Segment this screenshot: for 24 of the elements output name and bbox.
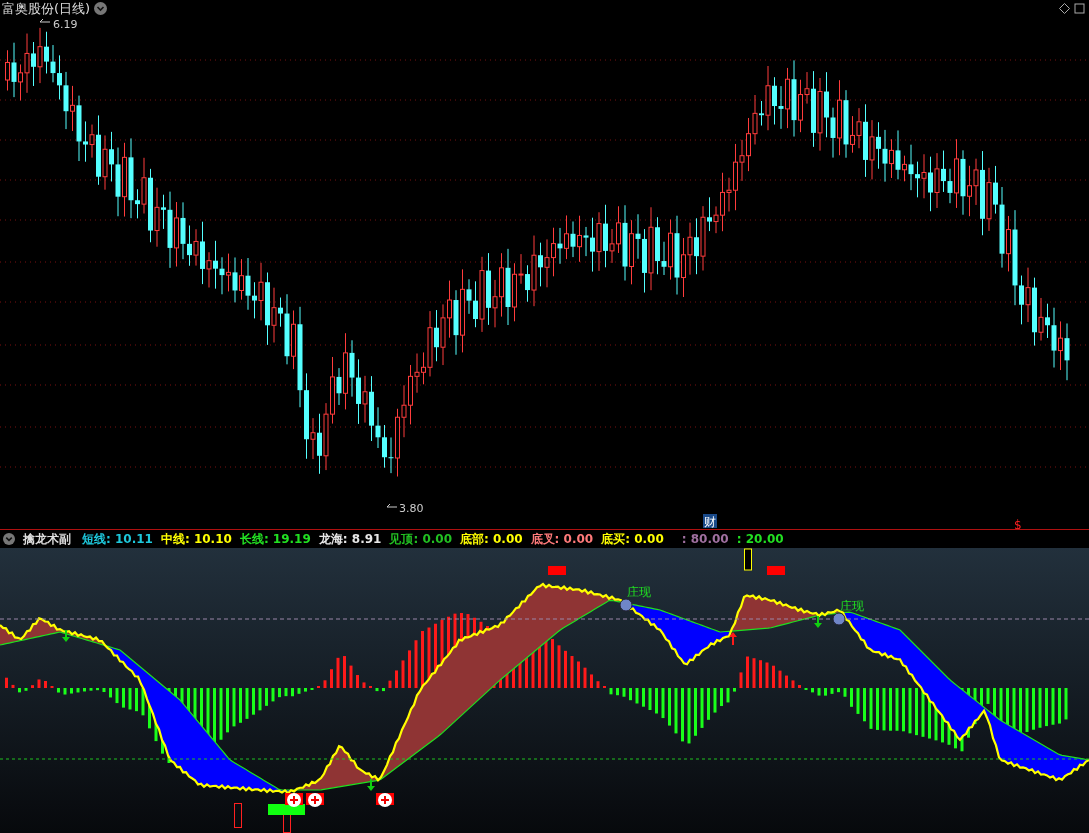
diamond-icon[interactable] bbox=[1059, 3, 1070, 14]
indicator-reading: 底买: 0.00 bbox=[601, 530, 664, 548]
high-price-label: 6.19 bbox=[53, 18, 78, 31]
signal-label: 庄现 bbox=[627, 585, 651, 599]
dropdown-icon[interactable] bbox=[3, 533, 15, 545]
indicator-reading: : 80.00 bbox=[681, 532, 729, 546]
indicator-reading: 底叉: 0.00 bbox=[530, 530, 594, 548]
indicator-name: 擒龙术副 bbox=[23, 530, 71, 548]
finance-marker[interactable]: 财 bbox=[703, 514, 717, 529]
indicator-reading: 龙海: 8.91 bbox=[318, 530, 382, 548]
price-pointer-icon bbox=[39, 18, 51, 23]
dropdown-icon[interactable] bbox=[94, 2, 108, 15]
price-pointer-icon bbox=[386, 503, 398, 508]
low-price-label: 3.80 bbox=[399, 502, 424, 515]
indicator-reading: 见顶: 0.00 bbox=[389, 530, 452, 548]
window-title: 富奥股份(日线) bbox=[2, 0, 91, 18]
square-icon[interactable] bbox=[1074, 3, 1085, 14]
indicator-reading: 短线: 10.11 bbox=[82, 530, 153, 548]
indicator-reading: 中线: 10.10 bbox=[160, 530, 232, 548]
indicator-reading: 底部: 0.00 bbox=[460, 530, 523, 548]
indicator-reading: 长线: 19.19 bbox=[239, 530, 311, 548]
indicator-reading: : 20.00 bbox=[736, 532, 784, 546]
dividend-marker[interactable]: $ bbox=[1014, 518, 1022, 530]
signal-label: 庄现 bbox=[840, 599, 864, 613]
